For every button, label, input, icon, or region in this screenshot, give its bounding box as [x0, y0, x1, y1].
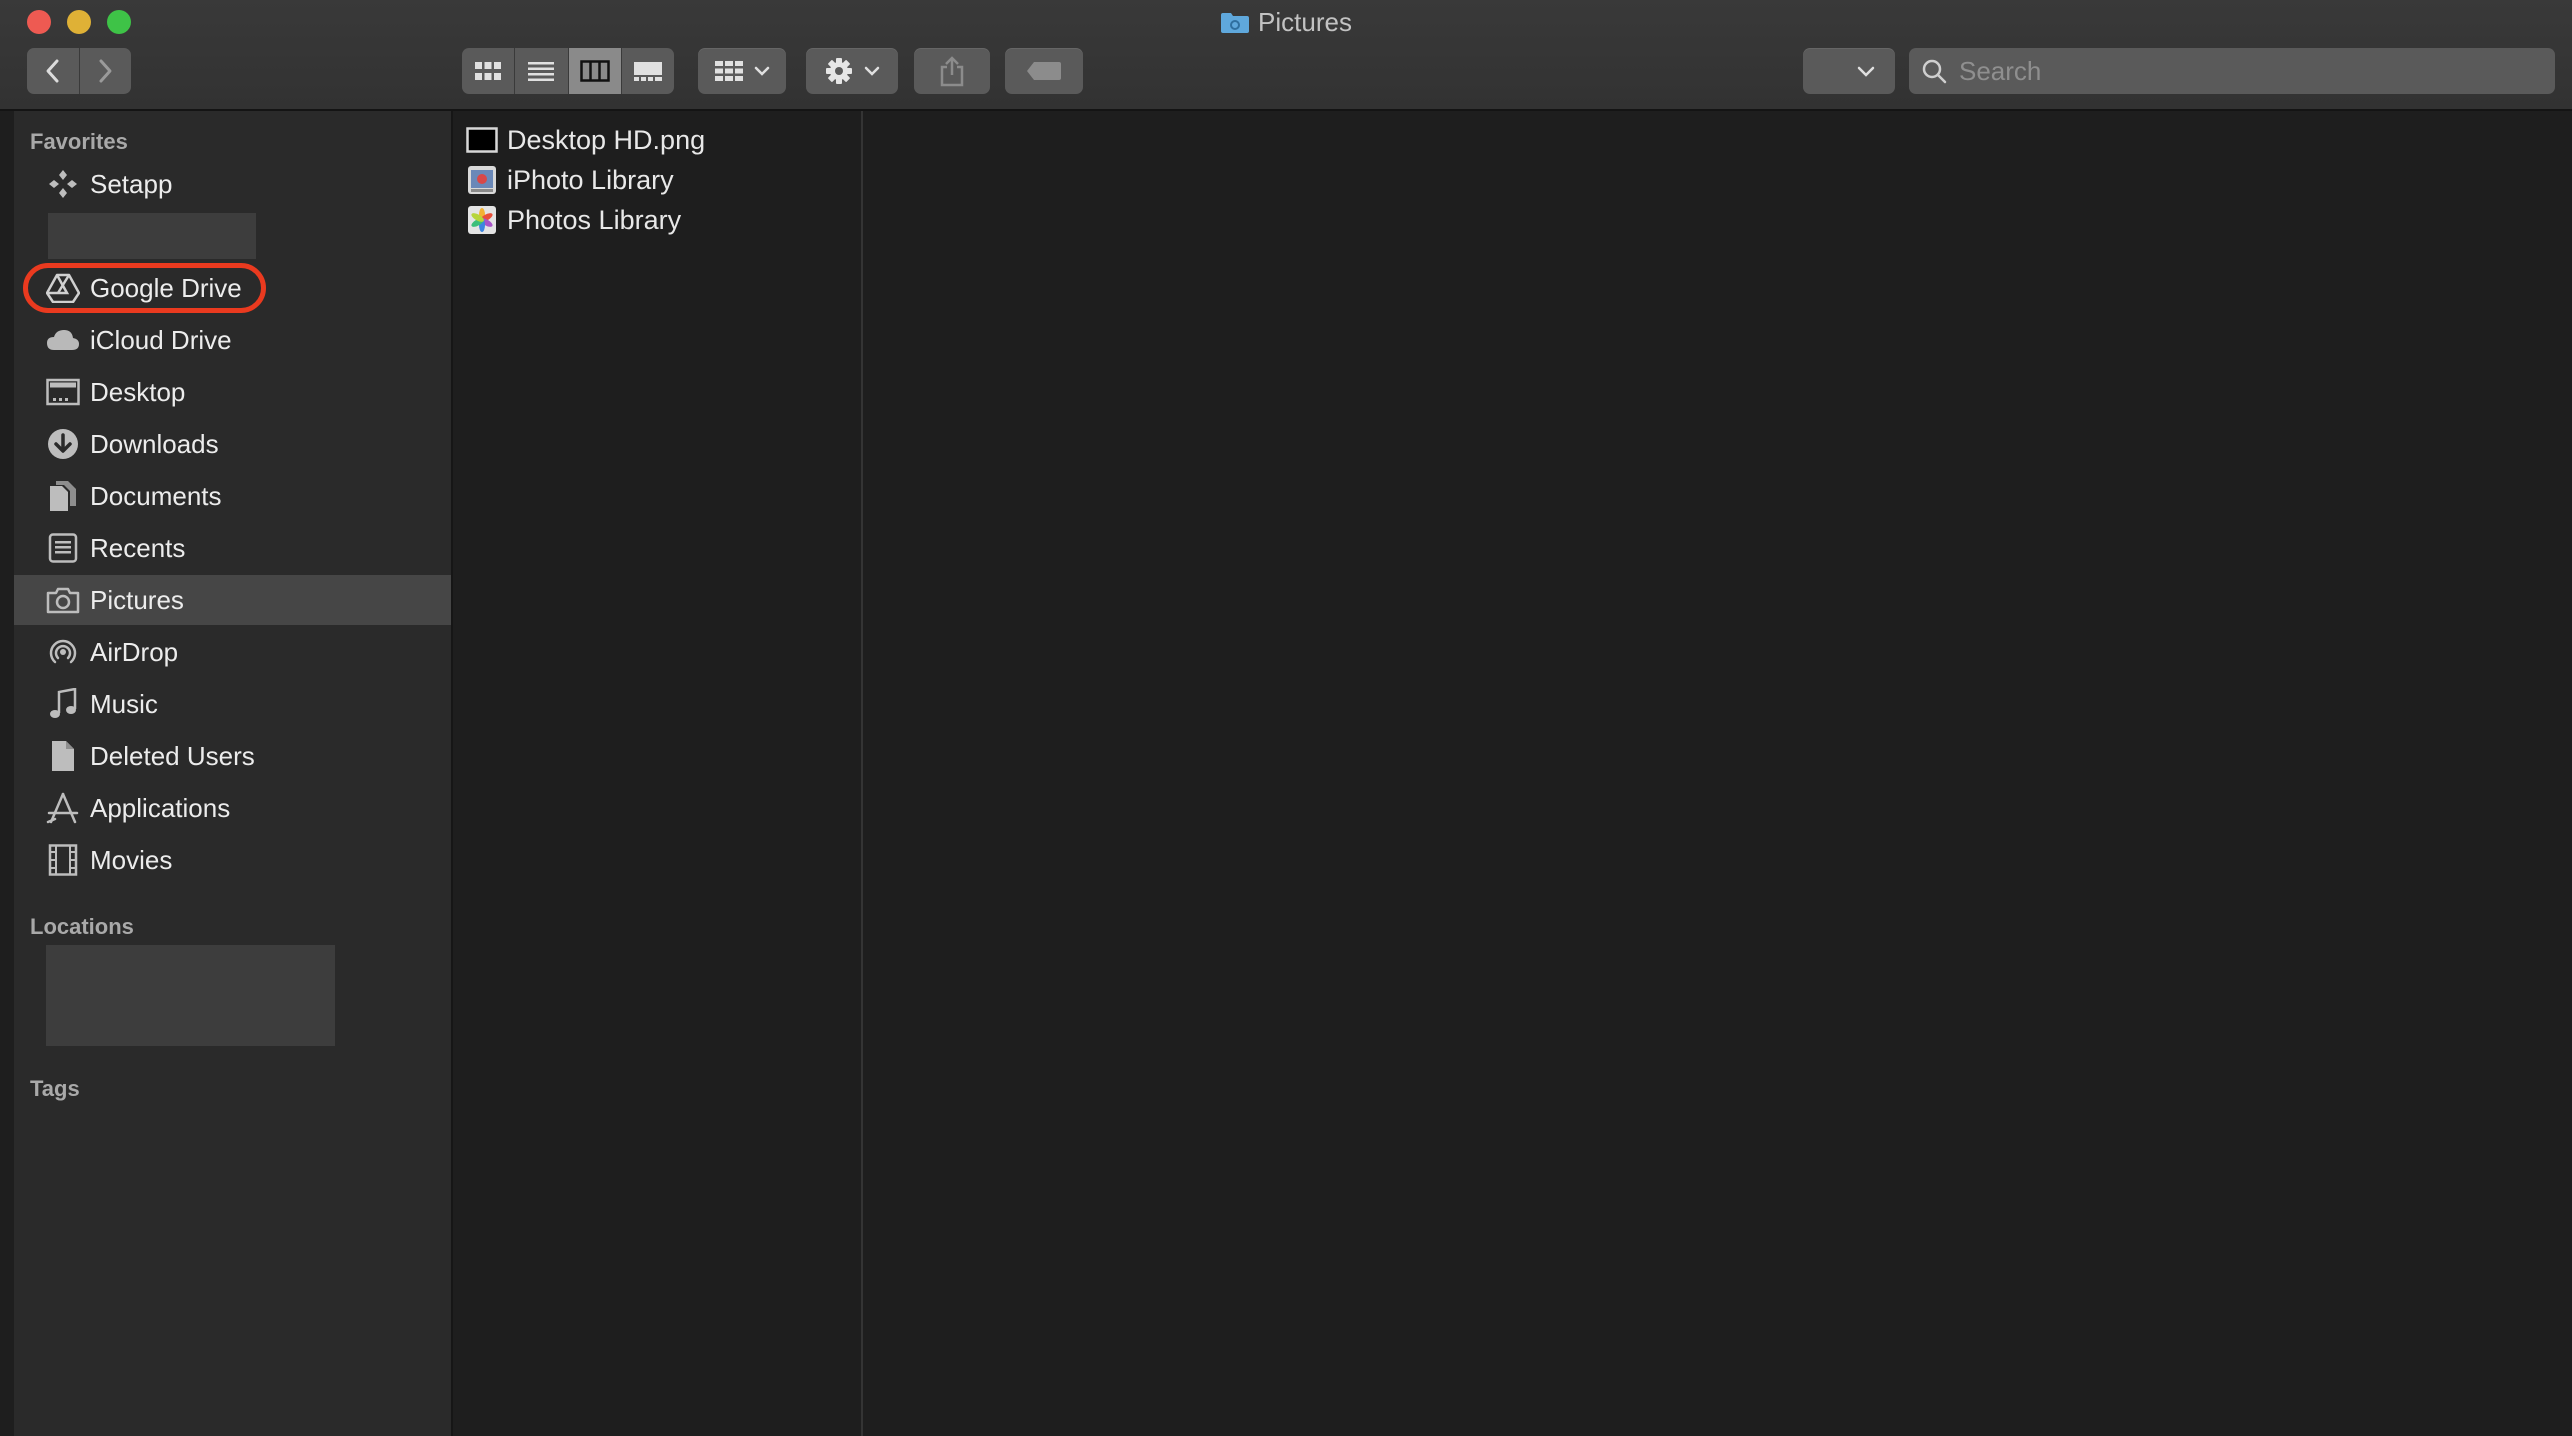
sidebar-item-label: Google Drive — [90, 272, 242, 303]
gallery-view-button[interactable] — [621, 48, 674, 94]
columns-icon — [579, 60, 610, 82]
sidebar-item-movies[interactable]: Movies — [14, 835, 451, 885]
sidebar: Favorites Setapp Google Drive iCloud Dri… — [14, 111, 453, 1436]
sidebar-item-label: iCloud Drive — [90, 324, 232, 355]
file-name: Photos Library — [507, 204, 682, 235]
window-title-text: Pictures — [1258, 7, 1352, 37]
view-mode-control — [462, 48, 674, 94]
file-name: iPhoto Library — [507, 164, 674, 195]
file-item-iphoto-library[interactable]: iPhoto Library — [453, 160, 861, 200]
sidebar-item-google-drive[interactable]: Google Drive — [14, 263, 451, 313]
share-button[interactable] — [914, 48, 990, 94]
file-item-desktop-hd[interactable]: Desktop HD.png — [453, 120, 861, 160]
sidebar-item-icloud-drive[interactable]: iCloud Drive — [14, 315, 451, 365]
sidebar-item-deleted-users[interactable]: Deleted Users — [14, 731, 451, 781]
toolbar: Pictures — [0, 0, 2572, 111]
file-name: Desktop HD.png — [507, 124, 706, 155]
chevron-down-icon — [864, 66, 880, 76]
share-icon — [940, 56, 964, 87]
documents-icon — [42, 475, 84, 517]
sidebar-item-downloads[interactable]: Downloads — [14, 419, 451, 469]
sidebar-item-applications[interactable]: Applications — [14, 783, 451, 833]
sidebar-item-label: Applications — [90, 792, 231, 823]
iphoto-icon — [465, 164, 499, 196]
edit-tags-button[interactable] — [1005, 48, 1083, 94]
search-input[interactable] — [1957, 54, 2531, 88]
chevron-right-icon — [99, 59, 112, 83]
forward-button[interactable] — [79, 48, 131, 94]
column-view-button[interactable] — [568, 48, 622, 94]
chevron-down-icon — [754, 66, 770, 76]
recents-icon — [42, 527, 84, 569]
music-note-icon — [42, 683, 84, 725]
list-view-button[interactable] — [515, 48, 569, 94]
airdrop-icon — [42, 631, 84, 673]
film-icon — [42, 839, 84, 881]
download-icon — [42, 423, 84, 465]
sidebar-item-setapp[interactable]: Setapp — [14, 159, 451, 209]
list-icon — [528, 62, 555, 81]
file-icon — [42, 735, 84, 777]
image-file-icon — [465, 124, 499, 156]
camera-icon — [42, 579, 84, 621]
sidebar-item-label: Movies — [90, 844, 173, 875]
group-by-button[interactable] — [698, 48, 786, 94]
path-dropdown-button[interactable] — [1803, 48, 1895, 94]
locations-header: Locations — [30, 914, 134, 939]
grid-icon — [715, 61, 743, 81]
gear-icon — [826, 58, 852, 84]
sidebar-item-label: Deleted Users — [90, 740, 255, 771]
tag-icon — [1027, 62, 1061, 80]
chevron-down-icon — [1857, 66, 1875, 77]
tags-header: Tags — [30, 1076, 80, 1101]
sidebar-item-label: Pictures — [90, 584, 184, 615]
google-drive-icon — [42, 267, 84, 309]
sidebar-item-documents[interactable]: Documents — [14, 471, 451, 521]
icon-grid-icon — [475, 62, 502, 80]
sidebar-item-recents[interactable]: Recents — [14, 523, 451, 573]
search-icon — [1922, 59, 1947, 84]
favorites-header: Favorites — [30, 129, 128, 154]
back-button[interactable] — [27, 48, 80, 94]
redacted-sidebar-item — [48, 213, 256, 259]
setapp-icon — [42, 163, 84, 205]
sidebar-item-label: Downloads — [90, 428, 219, 459]
sidebar-item-desktop[interactable]: Desktop — [14, 367, 451, 417]
cloud-icon — [42, 319, 84, 361]
gallery-icon — [633, 62, 662, 81]
finder-window: Pictures Search Favorites Setapp Google … — [0, 0, 2572, 1436]
photos-icon — [465, 204, 499, 236]
sidebar-item-airdrop[interactable]: AirDrop — [14, 627, 451, 677]
preview-column — [863, 111, 2572, 1436]
file-column: Desktop HD.png iPhoto Library Photos Lib… — [453, 111, 863, 1436]
sidebar-item-pictures[interactable]: Pictures — [14, 575, 451, 625]
sidebar-item-label: Documents — [90, 480, 222, 511]
sidebar-item-music[interactable]: Music — [14, 679, 451, 729]
folder-icon — [1220, 9, 1250, 33]
desktop-icon — [42, 371, 84, 413]
navigation-buttons — [27, 48, 131, 94]
action-menu-button[interactable] — [806, 48, 898, 94]
chevron-left-icon — [46, 59, 59, 83]
file-item-photos-library[interactable]: Photos Library — [453, 200, 861, 240]
sidebar-item-label: Setapp — [90, 168, 173, 199]
applications-icon — [42, 787, 84, 829]
window-title: Pictures — [0, 6, 2572, 38]
redacted-locations — [46, 945, 335, 1046]
search-field[interactable] — [1909, 48, 2555, 94]
sidebar-item-label: Music — [90, 688, 158, 719]
icon-view-button[interactable] — [462, 48, 516, 94]
sidebar-item-label: AirDrop — [90, 636, 179, 667]
sidebar-item-label: Recents — [90, 532, 186, 563]
sidebar-item-label: Desktop — [90, 376, 186, 407]
